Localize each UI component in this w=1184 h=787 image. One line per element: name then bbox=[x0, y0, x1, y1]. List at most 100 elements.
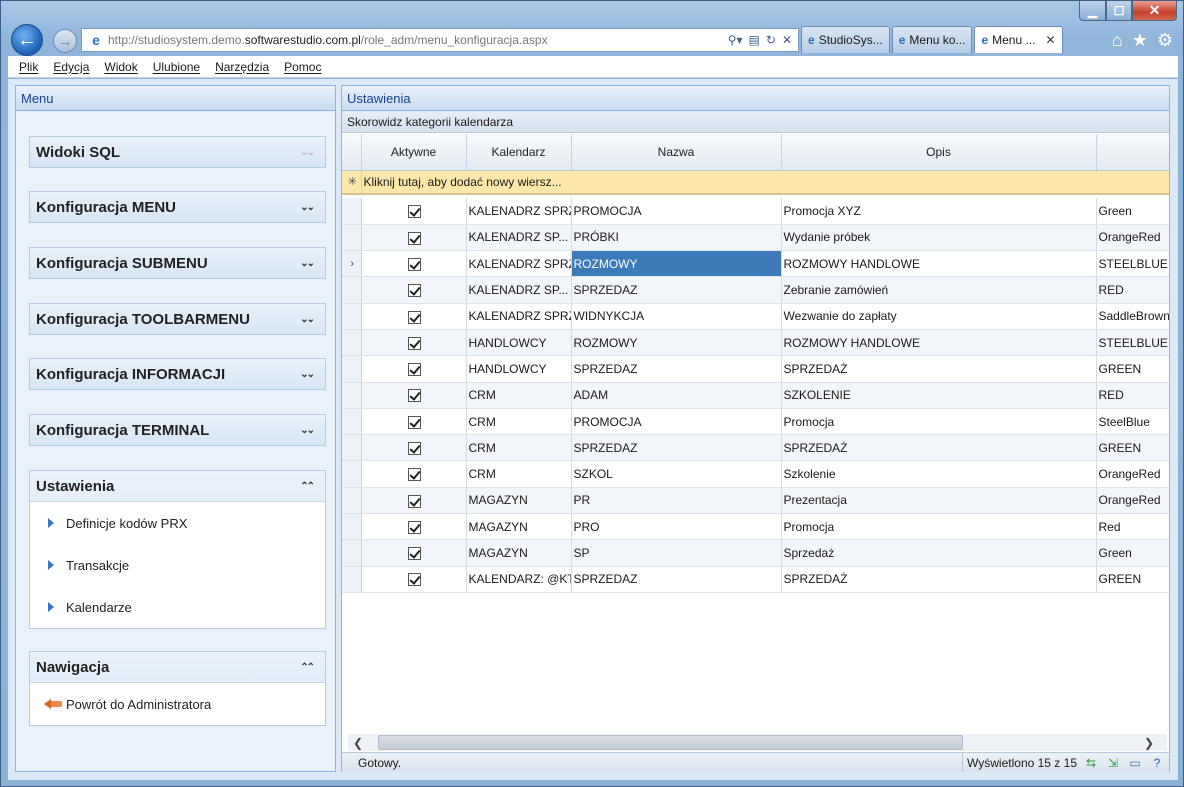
kolor-cell[interactable]: STEELBLUE bbox=[1096, 329, 1169, 357]
kolor-cell[interactable]: RED bbox=[1096, 276, 1169, 304]
menu-narzedzia[interactable]: Narzędzia bbox=[215, 60, 269, 74]
opis-cell[interactable]: ROZMOWY HANDLOWE bbox=[781, 250, 1097, 278]
row-selector[interactable] bbox=[342, 224, 362, 252]
table-row[interactable]: › KALENADRZ SPRZEDAZYROZMOWYROZMOWY HANDL… bbox=[342, 250, 1169, 278]
menu-item-definicje-kodow-prx[interactable]: Definicje kodów PRX bbox=[30, 502, 325, 544]
row-selector[interactable] bbox=[342, 513, 362, 541]
scroll-right-icon[interactable]: ❯ bbox=[1139, 736, 1159, 750]
kolor-cell[interactable]: GREEN bbox=[1096, 434, 1169, 462]
opis-cell[interactable]: SPRZEDAŻ bbox=[781, 434, 1097, 462]
current-row-indicator-icon[interactable]: › bbox=[342, 250, 362, 278]
checkbox-checked-icon[interactable] bbox=[408, 389, 421, 403]
accordion-header[interactable]: Konfiguracja TOOLBARMENU ⌄⌄ bbox=[30, 304, 325, 334]
kolor-cell[interactable]: Green bbox=[1096, 198, 1169, 225]
kalendarz-cell[interactable]: MAGAZYN bbox=[466, 513, 572, 541]
row-selector[interactable] bbox=[342, 276, 362, 304]
nazwa-cell[interactable]: ROZMOWY bbox=[571, 250, 782, 278]
accordion-konfiguracja-menu[interactable]: Konfiguracja MENU ⌄⌄ bbox=[29, 191, 326, 223]
browser-tab-active[interactable]: e Menu ... ✕ bbox=[974, 26, 1063, 53]
accordion-konfiguracja-terminal[interactable]: Konfiguracja TERMINAL ⌄⌄ bbox=[29, 414, 326, 446]
checkbox-checked-icon[interactable] bbox=[408, 573, 421, 587]
checkbox-checked-icon[interactable] bbox=[408, 468, 421, 482]
opis-cell[interactable]: ROZMOWY HANDLOWE bbox=[781, 329, 1097, 357]
opis-cell[interactable]: Promocja bbox=[781, 408, 1097, 436]
kalendarz-cell[interactable]: HANDLOWCY bbox=[466, 355, 572, 383]
opis-cell[interactable]: Sprzedaż bbox=[781, 539, 1097, 567]
add-new-row[interactable]: ✳ Kliknij tutaj, aby dodać nowy wiersz..… bbox=[342, 170, 1169, 195]
row-selector[interactable] bbox=[342, 408, 362, 436]
table-row[interactable]: HANDLOWCY SPRZEDAZ SPRZEDAŻ GREEN bbox=[342, 355, 1169, 383]
kolor-cell[interactable]: OrangeRed bbox=[1096, 487, 1169, 515]
kalendarz-cell[interactable]: KALENADRZ SPRZEDAZY bbox=[466, 250, 572, 278]
add-new-row-text[interactable]: Kliknij tutaj, aby dodać nowy wiersz... bbox=[361, 170, 1169, 195]
row-selector[interactable] bbox=[342, 460, 362, 488]
checkbox-checked-icon[interactable] bbox=[408, 520, 421, 534]
kolor-cell[interactable]: SaddleBrown bbox=[1096, 303, 1169, 330]
table-row[interactable]: CRM SZKOL Szkolenie OrangeRed bbox=[342, 460, 1169, 488]
kalendarz-cell[interactable]: CRM bbox=[466, 434, 572, 462]
opis-cell[interactable]: Promocja bbox=[781, 513, 1097, 541]
table-row[interactable]: MAGAZYN SP Sprzedaż Green bbox=[342, 539, 1169, 567]
opis-cell[interactable]: Wydanie próbek bbox=[781, 224, 1097, 252]
kolor-cell[interactable]: OrangeRed bbox=[1096, 224, 1169, 252]
kalendarz-cell[interactable]: KALENADRZ SP... bbox=[466, 224, 572, 252]
scrollbar-thumb[interactable] bbox=[378, 735, 963, 750]
kalendarz-cell[interactable]: KALENDARZ: @KTOS bbox=[466, 566, 572, 593]
row-selector[interactable] bbox=[342, 198, 362, 225]
opis-cell[interactable]: Wezwanie do zapłaty bbox=[781, 303, 1097, 330]
nazwa-cell[interactable]: PRO bbox=[571, 513, 782, 541]
maximize-button[interactable]: ☐ bbox=[1106, 1, 1132, 21]
kalendarz-cell[interactable]: CRM bbox=[466, 408, 572, 436]
menu-edycja[interactable]: Edycja bbox=[53, 60, 89, 74]
opis-cell[interactable]: Szkolenie bbox=[781, 460, 1097, 488]
column-header-kalendarz[interactable]: Kalendarz bbox=[466, 134, 572, 171]
active-checkbox-cell[interactable] bbox=[361, 539, 467, 567]
nazwa-cell[interactable]: SPRZEDAZ bbox=[571, 355, 782, 383]
active-checkbox-cell[interactable] bbox=[361, 513, 467, 541]
checkbox-checked-icon[interactable] bbox=[408, 284, 421, 298]
accordion-konfiguracja-informacji[interactable]: Konfiguracja INFORMACJI ⌄⌄ bbox=[29, 358, 326, 390]
kolor-cell[interactable]: Green bbox=[1096, 539, 1169, 567]
accordion-widoki-sql[interactable]: Widoki SQL ⌄⌄ bbox=[29, 136, 326, 168]
nazwa-cell[interactable]: WIDNYKCJA bbox=[571, 303, 782, 330]
kalendarz-cell[interactable]: KALENADRZ SPRZEDAZY bbox=[466, 198, 572, 225]
checkbox-checked-icon[interactable] bbox=[408, 441, 421, 455]
checkbox-checked-icon[interactable] bbox=[408, 257, 421, 271]
menu-item-powrot-do-administratora[interactable]: Powrót do Administratora bbox=[30, 683, 325, 725]
table-row[interactable]: CRM SPRZEDAZ SPRZEDAŻ GREEN bbox=[342, 434, 1169, 462]
row-selector[interactable] bbox=[342, 487, 362, 515]
opis-cell[interactable]: SZKOLENIE bbox=[781, 382, 1097, 409]
row-selector[interactable] bbox=[342, 355, 362, 383]
column-header-aktywne[interactable]: Aktywne bbox=[361, 134, 467, 171]
nazwa-cell[interactable]: PROMOCJA bbox=[571, 198, 782, 225]
nazwa-cell[interactable]: ROZMOWY bbox=[571, 329, 782, 357]
row-selector[interactable] bbox=[342, 434, 362, 462]
kalendarz-cell[interactable]: MAGAZYN bbox=[466, 487, 572, 515]
home-icon[interactable]: ⌂ bbox=[1112, 30, 1123, 51]
kalendarz-cell[interactable]: KALENADRZ SP... bbox=[466, 276, 572, 304]
kalendarz-cell[interactable]: CRM bbox=[466, 382, 572, 409]
checkbox-checked-icon[interactable] bbox=[408, 310, 421, 324]
kolor-cell[interactable]: SteelBlue bbox=[1096, 408, 1169, 436]
nazwa-cell[interactable]: PRÓBKI bbox=[571, 224, 782, 252]
table-row[interactable]: KALENDARZ: @KTOSSPRZEDAZSPRZEDAŻGREEN bbox=[342, 566, 1169, 593]
kolor-cell[interactable]: RED bbox=[1096, 382, 1169, 409]
nazwa-cell[interactable]: PROMOCJA bbox=[571, 408, 782, 436]
accordion-header[interactable]: Konfiguracja SUBMENU ⌄⌄ bbox=[30, 248, 325, 278]
active-checkbox-cell[interactable] bbox=[361, 460, 467, 488]
accordion-header[interactable]: Widoki SQL ⌄⌄ bbox=[30, 137, 325, 167]
nazwa-cell[interactable]: SPRZEDAZ bbox=[571, 276, 782, 304]
help-icon[interactable]: ? bbox=[1149, 756, 1165, 770]
nazwa-cell[interactable]: SZKOL bbox=[571, 460, 782, 488]
column-header-opis[interactable]: Opis bbox=[781, 134, 1097, 171]
back-button[interactable]: ← bbox=[11, 24, 43, 56]
active-checkbox-cell[interactable] bbox=[361, 355, 467, 383]
checkbox-checked-icon[interactable] bbox=[408, 336, 421, 350]
table-row[interactable]: KALENADRZ SPRZEDAZYPROMOCJAPromocja XYZG… bbox=[342, 198, 1169, 225]
checkbox-checked-icon[interactable] bbox=[408, 415, 421, 429]
table-row[interactable]: KALENADRZ SPRZEDAZYWIDNYKCJAWezwanie do … bbox=[342, 303, 1169, 330]
table-row[interactable]: KALENADRZ SP... SPRZEDAZ Zebranie zamówień… bbox=[342, 276, 1169, 304]
table-row[interactable]: HANDLOWCY ROZMOWY ROZMOWY HANDLOWE STEELBLU… bbox=[342, 329, 1169, 357]
nazwa-cell[interactable]: PR bbox=[571, 487, 782, 515]
accordion-header[interactable]: Nawigacja ⌃⌃ bbox=[30, 652, 325, 682]
